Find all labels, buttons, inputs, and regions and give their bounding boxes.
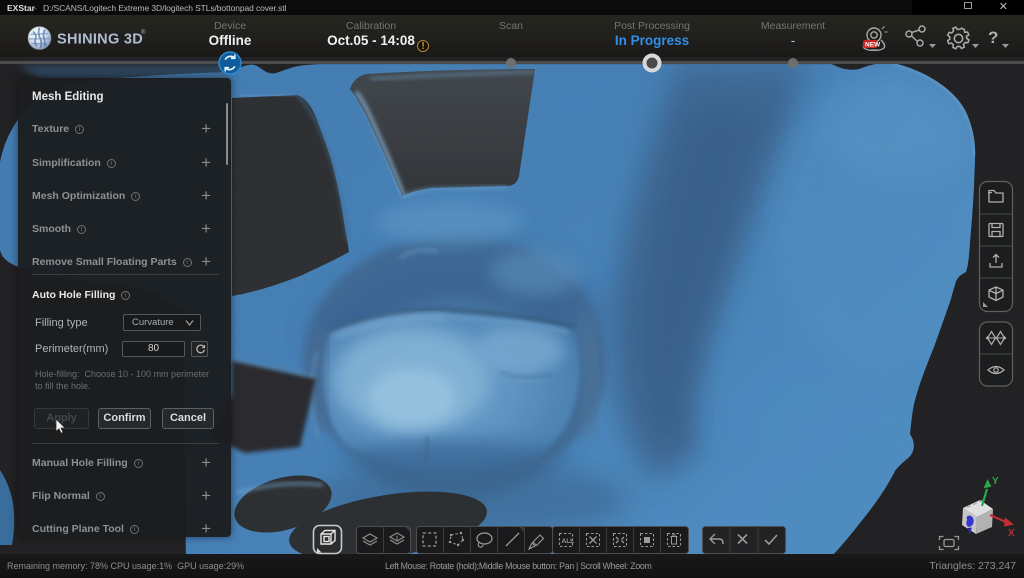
svg-text:?: ? [988, 28, 998, 47]
svg-text:NEW: NEW [865, 42, 881, 49]
svg-text:®: ® [141, 29, 146, 36]
svg-text:SHINING 3D: SHINING 3D [57, 32, 143, 48]
svg-text:Y: Y [992, 476, 999, 487]
svg-text:ALL: ALL [562, 538, 575, 545]
svg-text:X: X [1008, 528, 1015, 539]
